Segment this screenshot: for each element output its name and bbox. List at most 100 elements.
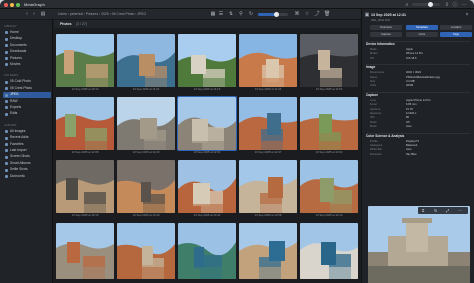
folder-icon xyxy=(5,99,8,103)
metadata-value: Sky Blue xyxy=(406,152,417,156)
photo-thumbnail[interactable] xyxy=(117,97,175,150)
photo-thumbnail[interactable] xyxy=(178,160,236,213)
thumbnail-size-slider[interactable] xyxy=(258,12,288,17)
zoom-slider[interactable] xyxy=(412,2,440,7)
inspector-tab-capture[interactable]: Capture xyxy=(370,32,402,37)
inspector-tab-tags[interactable]: Tags xyxy=(440,32,472,37)
metadata-key: Mode xyxy=(370,125,377,129)
sidebar-item-album[interactable]: Dubrovnik xyxy=(3,174,51,180)
minimize-window-button[interactable] xyxy=(10,2,14,7)
sidebar-item-album[interactable]: Smart Albums xyxy=(3,161,51,167)
inspector-tab-color[interactable]: Color xyxy=(406,32,438,37)
sidebar-item-album[interactable]: Recent Adds xyxy=(3,135,51,141)
breadcrumb[interactable]: Users › peterhull › Pictures › 2025 › 06… xyxy=(58,12,146,16)
sidebar-item-label: Dubrovnik xyxy=(10,173,25,178)
inspector-tab-metadata[interactable]: Metadata xyxy=(406,25,438,30)
back-icon[interactable]: ‹ xyxy=(24,11,30,17)
sidebar-item-folder[interactable]: Exports xyxy=(3,105,51,111)
sidebar-section-title: Library xyxy=(4,24,17,28)
app-title: MetaGraph xyxy=(24,2,45,7)
sidebar-item-library[interactable]: Pictures xyxy=(3,56,51,62)
grid-view-icon[interactable]: ▦ xyxy=(210,11,216,17)
search-icon[interactable]: ⌕ xyxy=(404,2,410,8)
sidebar-item-album[interactable]: Favorites xyxy=(3,142,51,148)
metadata-key: Histogram xyxy=(370,144,383,147)
metadata-key: Focal xyxy=(370,103,377,107)
photo-thumbnail[interactable] xyxy=(300,160,358,213)
photo-thumbnail[interactable] xyxy=(300,223,358,279)
sidebar-item-folder[interactable]: RAW xyxy=(3,99,51,105)
photo-thumbnail[interactable] xyxy=(178,34,236,87)
inspector-panel: 13 Sep 2025 at 12:31 IMG_2034.JPG ▣ × Ov… xyxy=(361,9,474,283)
photo-thumbnail[interactable] xyxy=(300,34,358,87)
photo-thumbnail[interactable] xyxy=(239,34,297,87)
sidebar-item-album[interactable]: Last Import xyxy=(3,148,51,154)
share-icon[interactable]: ⇪ xyxy=(444,2,450,8)
sidebar-item-album[interactable]: Screen Shots xyxy=(3,154,51,160)
photo-thumbnail[interactable] xyxy=(117,34,175,87)
photo-preview[interactable]: ⌗ ↻ ⤢ ⋯ xyxy=(368,206,470,283)
sidebar-item-library[interactable]: Documents xyxy=(3,43,51,49)
trash-icon[interactable]: 🗑 xyxy=(324,11,330,17)
photo-thumbnail[interactable] xyxy=(117,223,175,279)
forward-icon[interactable]: › xyxy=(31,11,37,17)
rotate-icon[interactable]: ↻ xyxy=(248,11,254,17)
sidebar-item-label: Edits xyxy=(10,111,18,116)
more-icon[interactable]: ⋯ xyxy=(458,208,462,213)
sidebar-item-folder[interactable]: JPEG xyxy=(3,92,51,98)
metadata-key: OS xyxy=(370,56,374,60)
photo-thumbnail[interactable] xyxy=(239,160,297,213)
more-icon[interactable]: ⋯ xyxy=(461,2,467,8)
info-icon[interactable]: ⓘ xyxy=(452,2,458,8)
close-inspector-icon[interactable]: × xyxy=(464,12,470,18)
export-icon[interactable]: ⤴ xyxy=(314,11,320,17)
sidebar-item-folder[interactable]: 06 Crest Photo xyxy=(3,86,51,92)
photo-thumbnail[interactable] xyxy=(56,97,114,150)
folder-icon xyxy=(5,168,8,172)
inspector-tab-location[interactable]: Location xyxy=(440,25,472,30)
crop-icon[interactable]: ⌗ xyxy=(422,208,424,213)
folder-icon xyxy=(5,106,8,110)
photo-thumbnail[interactable] xyxy=(117,160,175,213)
sidebar: Library Home Desktop Documents Downloads Pict… xyxy=(0,20,53,283)
photo-thumbnail[interactable] xyxy=(178,223,236,279)
star-icon[interactable]: ☆ xyxy=(304,11,310,17)
expand-icon[interactable]: ⤢ xyxy=(446,208,449,213)
rotate-icon[interactable]: ↻ xyxy=(434,208,437,213)
sidebar-item-folder[interactable]: 05 Cold Photo xyxy=(3,79,51,85)
sidebar-item-folder[interactable]: Edits xyxy=(3,111,51,117)
photo-caption: 13 Sep 2025 at 13:02 xyxy=(315,150,343,154)
inspector-tab-overview[interactable]: Overview xyxy=(370,25,402,30)
preview-toolbar: ⌗ ↻ ⤢ ⋯ xyxy=(418,207,468,214)
sidebar-item-album[interactable]: All Images xyxy=(3,129,51,135)
zoom-window-button[interactable] xyxy=(16,2,20,7)
photo-thumbnail[interactable] xyxy=(239,223,297,279)
photo-thumbnail[interactable] xyxy=(177,96,237,151)
photo-thumbnail[interactable] xyxy=(239,97,297,150)
sidebar-item-label: Smart Albums xyxy=(10,160,31,165)
metadata-key: Name xyxy=(370,75,378,79)
photo-caption: 13 Sep 2025 at 12:47 xyxy=(254,150,282,154)
zoom-slider-thumb[interactable] xyxy=(428,2,433,7)
folder-icon xyxy=(5,149,8,153)
photo-thumbnail[interactable] xyxy=(56,160,114,213)
photo-thumbnail[interactable] xyxy=(300,97,358,150)
sidebar-item-library[interactable]: Desktop xyxy=(3,36,51,42)
sidebar-item-album[interactable]: Selfie Shots xyxy=(3,167,51,173)
tag-icon[interactable]: ⌘ xyxy=(294,11,300,17)
close-window-button[interactable] xyxy=(4,2,8,7)
filter-icon[interactable]: ⚲ xyxy=(238,11,244,17)
sidebar-item-library[interactable]: Downloads xyxy=(3,49,51,55)
sidebar-item-library[interactable]: Movies xyxy=(3,62,51,68)
sidebar-item-library[interactable]: Home xyxy=(3,30,51,36)
list-view-icon[interactable]: ☰ xyxy=(218,11,224,17)
photo-thumbnail[interactable] xyxy=(56,223,114,279)
folder-icon xyxy=(5,93,8,97)
sidebar-toggle-icon[interactable]: ▤ xyxy=(40,11,46,17)
sort-icon[interactable]: ⇅ xyxy=(228,11,234,17)
metadata-row: Model iPhone 14 Pro xyxy=(370,52,470,56)
photo-thumbnail[interactable] xyxy=(56,34,114,87)
sidebar-section-title: Folders xyxy=(4,73,19,78)
metadata-row: Exposure 1/1200 s xyxy=(370,112,470,116)
photo-caption: 13 Sep 2025 at 13:15 xyxy=(71,213,99,217)
